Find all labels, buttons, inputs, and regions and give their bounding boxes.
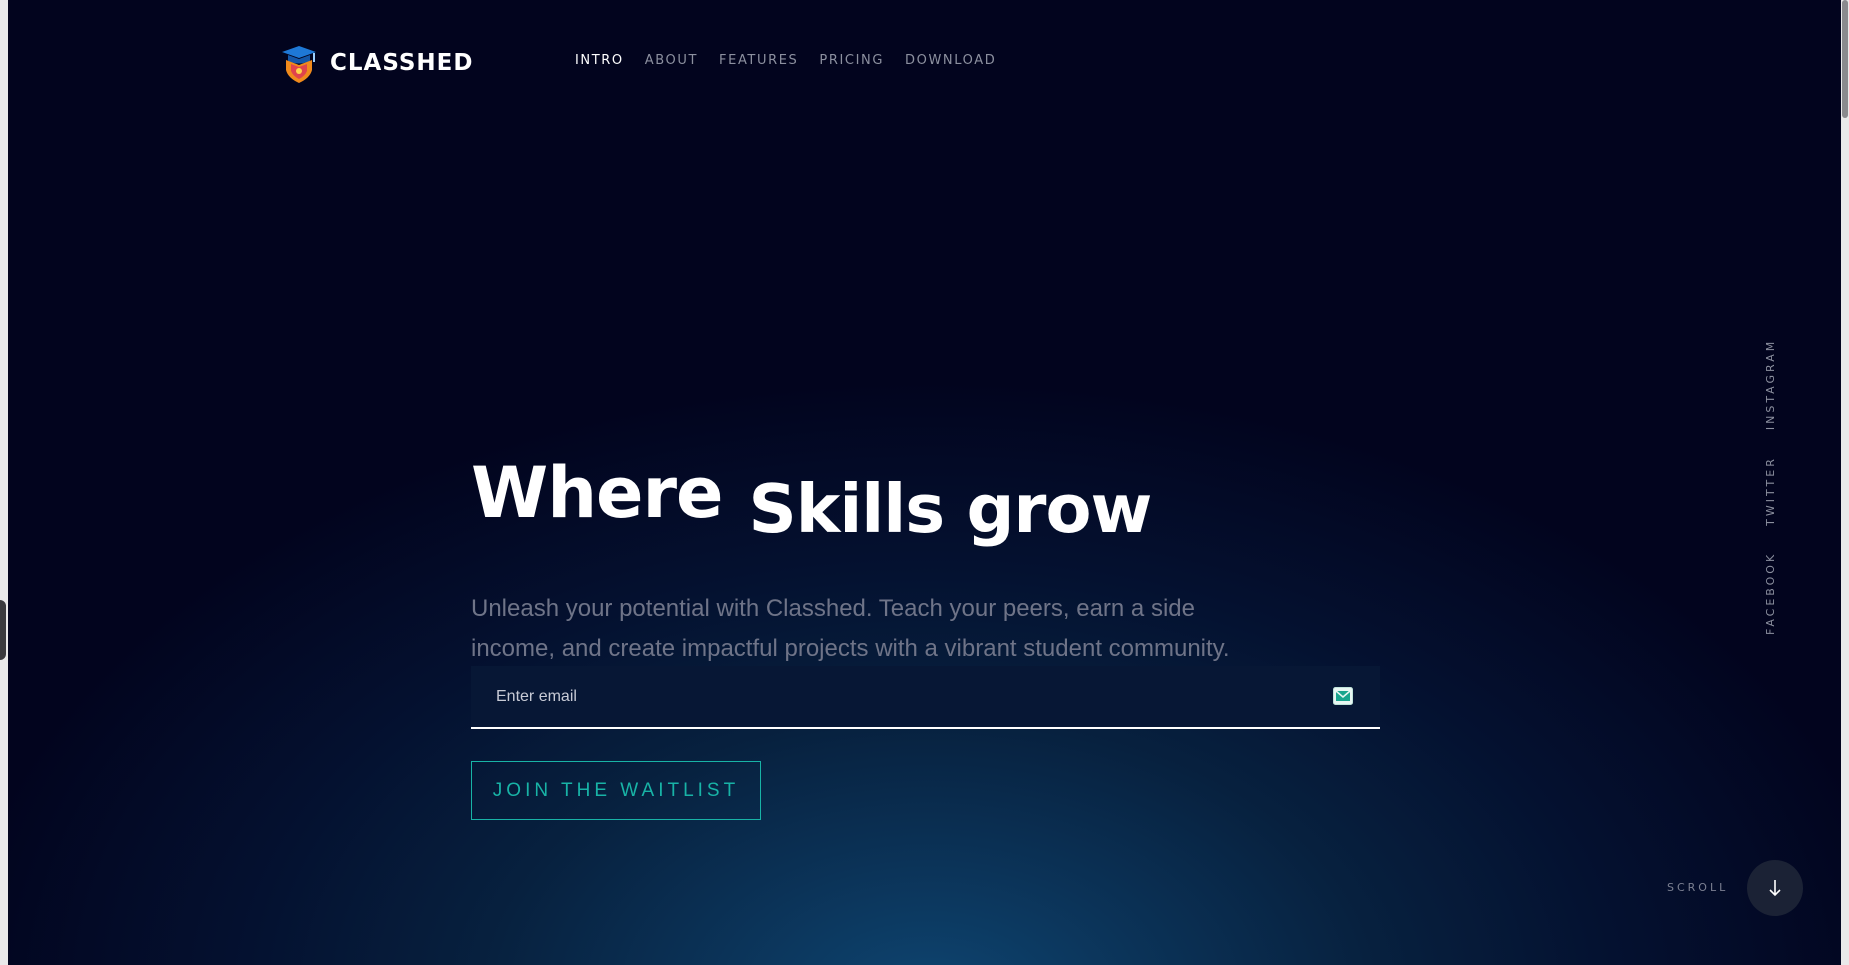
graduation-shield-icon [282,46,316,83]
join-waitlist-button[interactable]: JOIN THE WAITLIST [471,761,761,820]
main-nav: INTRO ABOUT FEATURES PRICING DOWNLOAD [575,53,996,68]
nav-item-about[interactable]: ABOUT [645,53,698,68]
scrollbar-thumb[interactable] [1842,0,1848,118]
hero-headline: Where Skills grow [471,455,1391,547]
nav-item-download[interactable]: DOWNLOAD [905,53,996,68]
social-link-instagram[interactable]: INSTAGRAM [1764,339,1777,430]
email-input[interactable] [471,666,1321,727]
arrow-down-icon [1769,880,1781,897]
landing-page: CLASSHED INTRO ABOUT FEATURES PRICING DO… [0,0,1849,965]
hero-section: Where Skills grow Unleash your potential… [471,455,1391,669]
social-link-twitter[interactable]: TWITTER [1764,456,1777,526]
scroll-down-button[interactable] [1747,860,1803,916]
mail-icon[interactable] [1333,687,1353,705]
email-form [471,666,1380,729]
brand-name: CLASSHED [330,50,474,76]
social-link-facebook[interactable]: FACEBOOK [1764,552,1777,635]
headline-rotating-words: Skills grow [748,470,1153,548]
hero-lead-text: Unleash your potential with Classhed. Te… [471,595,1230,662]
headline-word-where: Where [471,452,724,534]
left-window-edge [0,0,8,965]
nav-item-features[interactable]: FEATURES [719,53,798,68]
page-scrollbar[interactable] [1841,0,1849,965]
nav-item-pricing[interactable]: PRICING [819,53,884,68]
brand-logo[interactable]: CLASSHED [276,40,473,86]
nav-item-intro[interactable]: INTRO [575,53,624,68]
scroll-label: SCROLL [1667,881,1729,894]
side-panel-handle[interactable] [0,600,6,660]
